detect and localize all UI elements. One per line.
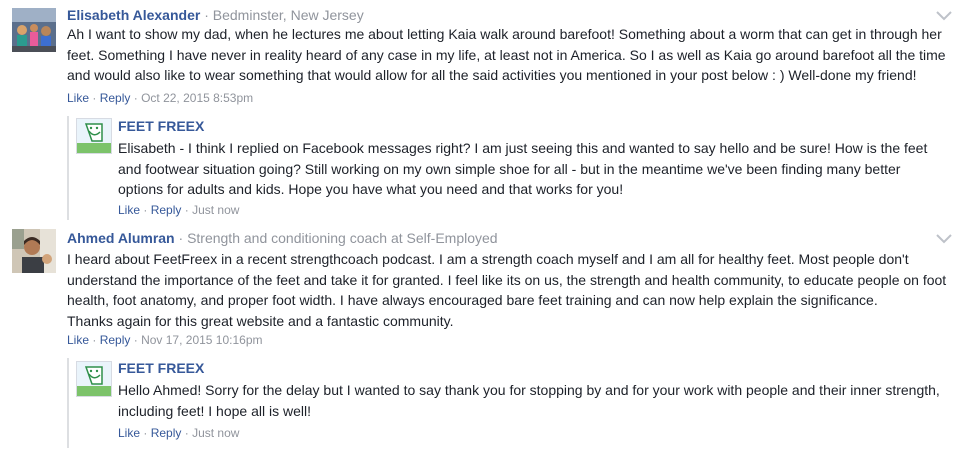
like-button[interactable]: Like [67,91,89,105]
reply-thread-line [67,116,69,220]
reply-button[interactable]: Reply [151,203,182,217]
reply-author[interactable]: FEET FREEX [118,360,204,376]
reply-text: Elisabeth - I think I replied on Faceboo… [118,140,928,197]
reply-button[interactable]: Reply [100,333,131,347]
comment-text: I heard about FeetFreex in a recent stre… [67,251,947,308]
comment-text-line: Thanks again for this great website and … [67,312,454,329]
feet-freex-logo[interactable] [76,118,112,154]
separator-dot: · [92,91,97,105]
avatar-photo [12,229,56,273]
reply-timestamp[interactable]: Just now [192,203,239,217]
separator-dot: · [92,333,97,347]
comment-timestamp[interactable]: Oct 22, 2015 8:53pm [141,91,253,105]
comment-text: Ah I want to show my dad, when he lectur… [67,26,946,83]
comment: Elisabeth Alexander · Bedminster, New Je… [0,0,974,225]
feet-freex-logo[interactable] [76,361,112,397]
separator-dot: · [178,230,184,246]
avatar[interactable] [12,229,56,273]
like-button[interactable]: Like [118,203,140,217]
chevron-down-icon[interactable] [936,234,952,244]
reply-timestamp[interactable]: Just now [192,426,239,440]
reply-author[interactable]: FEET FREEX [118,118,204,134]
comment-author[interactable]: Ahmed Alumran [67,230,175,246]
author-location: Bedminster, New Jersey [212,7,364,23]
avatar-photo [12,8,56,52]
separator-dot: · [204,7,209,23]
comment-author[interactable]: Elisabeth Alexander [67,7,200,23]
author-occupation: Strength and conditioning coach at Self-… [187,230,498,246]
reply-text: Hello Ahmed! Sorry for the delay but I w… [118,382,940,419]
chevron-down-icon[interactable] [936,11,952,21]
feet-freex-logo-icon [77,119,111,153]
reply-button[interactable]: Reply [100,91,131,105]
avatar[interactable] [12,8,56,52]
separator-dot: · [184,426,189,440]
separator-dot: · [143,203,148,217]
like-button[interactable]: Like [118,426,140,440]
reply-thread-line [67,358,69,448]
separator-dot: · [143,426,148,440]
feet-freex-logo-icon [77,362,111,396]
separator-dot: · [184,203,189,217]
reply-button[interactable]: Reply [151,426,182,440]
like-button[interactable]: Like [67,333,89,347]
comment-timestamp[interactable]: Nov 17, 2015 10:16pm [141,333,262,347]
separator-dot: · [133,91,138,105]
comment: Ahmed Alumran · Strength and conditionin… [0,225,974,450]
separator-dot: · [133,333,138,347]
